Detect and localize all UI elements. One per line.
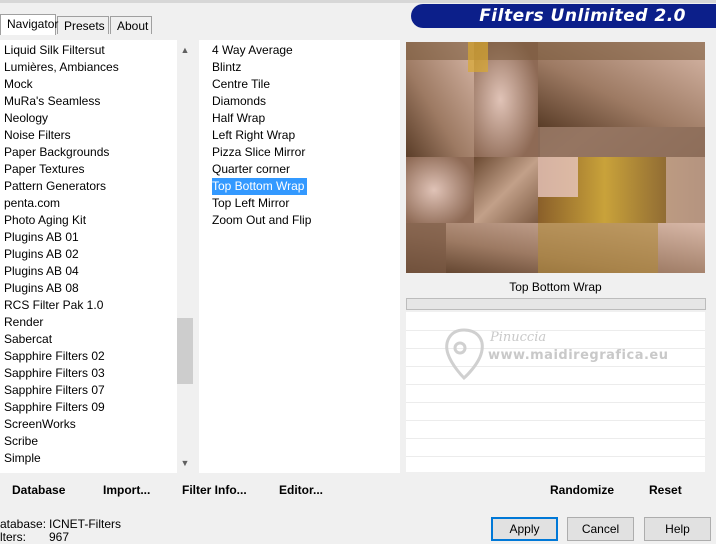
preview-filter-name: Top Bottom Wrap bbox=[509, 280, 602, 294]
filter-item[interactable]: Quarter corner bbox=[208, 161, 398, 178]
category-item[interactable]: Lumières, Ambiances bbox=[0, 59, 176, 76]
category-item[interactable]: RCS Filter Pak 1.0 bbox=[0, 297, 176, 314]
category-item[interactable]: Render bbox=[0, 314, 176, 331]
filter-item[interactable]: Pizza Slice Mirror bbox=[208, 144, 398, 161]
category-item[interactable]: Plugins AB 04 bbox=[0, 263, 176, 280]
randomize-button[interactable]: Randomize bbox=[550, 481, 614, 499]
category-item[interactable]: Sabercat bbox=[0, 331, 176, 348]
filter-item-selected[interactable]: Top Bottom Wrap bbox=[212, 178, 308, 195]
category-item[interactable]: Photo Aging Kit bbox=[0, 212, 176, 229]
control-row-divider bbox=[406, 438, 705, 439]
app-title: Filters Unlimited 2.0 bbox=[479, 6, 686, 26]
category-item[interactable]: Plugins AB 01 bbox=[0, 229, 176, 246]
progress-bar bbox=[406, 298, 706, 310]
scrollbar-thumb[interactable] bbox=[177, 318, 193, 384]
filter-info-button[interactable]: Filter Info... bbox=[182, 481, 247, 499]
watermark-logo-icon bbox=[445, 328, 484, 381]
control-row-divider bbox=[406, 456, 705, 457]
filter-item[interactable]: Left Right Wrap bbox=[208, 127, 398, 144]
filter-item[interactable]: Zoom Out and Flip bbox=[208, 212, 398, 229]
category-item[interactable]: Liquid Silk Filtersut bbox=[0, 42, 176, 59]
filter-item[interactable]: 4 Way Average bbox=[208, 42, 398, 59]
filter-item[interactable]: Half Wrap bbox=[208, 110, 398, 127]
scroll-up-arrow-icon[interactable]: ▲ bbox=[177, 42, 193, 58]
database-button[interactable]: Database bbox=[12, 481, 65, 499]
category-item[interactable]: Scribe bbox=[0, 433, 176, 450]
category-item[interactable]: penta.com bbox=[0, 195, 176, 212]
control-row-divider bbox=[406, 402, 705, 403]
category-item[interactable]: Sapphire Filters 02 bbox=[0, 348, 176, 365]
category-item[interactable]: Sapphire Filters 03 bbox=[0, 365, 176, 382]
category-item[interactable]: Paper Backgrounds bbox=[0, 144, 176, 161]
category-item[interactable]: ScreenWorks bbox=[0, 416, 176, 433]
category-list[interactable]: Liquid Silk Filtersut Lumières, Ambiances… bbox=[0, 42, 176, 472]
preview-texture bbox=[406, 42, 705, 273]
category-item[interactable]: Neology bbox=[0, 110, 176, 127]
editor-button[interactable]: Editor... bbox=[279, 481, 323, 499]
category-item[interactable]: Mock bbox=[0, 76, 176, 93]
filter-item[interactable]: Blintz bbox=[208, 59, 398, 76]
reset-button[interactable]: Reset bbox=[649, 481, 682, 499]
apply-button[interactable]: Apply bbox=[491, 517, 558, 541]
app-banner: Filters Unlimited 2.0 bbox=[411, 4, 716, 28]
category-item[interactable]: Plugins AB 08 bbox=[0, 280, 176, 297]
filter-item[interactable]: Top Left Mirror bbox=[208, 195, 398, 212]
category-item[interactable]: Sapphire Filters 07 bbox=[0, 382, 176, 399]
category-item[interactable]: Simple bbox=[0, 450, 176, 467]
filter-list[interactable]: 4 Way Average Blintz Centre Tile Diamonds Ha… bbox=[208, 42, 398, 229]
control-row-divider bbox=[406, 420, 705, 421]
cancel-button[interactable]: Cancel bbox=[567, 517, 634, 541]
filter-item[interactable]: Centre Tile bbox=[208, 76, 398, 93]
database-value: ICNET-Filters bbox=[49, 517, 121, 531]
category-item[interactable]: MuRa's Seamless bbox=[0, 93, 176, 110]
tab-navigator[interactable]: Navigator bbox=[0, 14, 58, 35]
filter-preview-image bbox=[406, 42, 705, 273]
top-window-edge bbox=[0, 0, 716, 3]
import-button[interactable]: Import... bbox=[103, 481, 150, 499]
help-button[interactable]: Help bbox=[644, 517, 711, 541]
watermark-url: www.maidiregrafica.eu bbox=[488, 348, 669, 363]
tab-presets[interactable]: Presets bbox=[57, 16, 109, 34]
watermark-name: Pinuccia bbox=[490, 330, 547, 345]
category-scrollbar[interactable]: ▲ ▼ bbox=[177, 40, 193, 473]
category-item[interactable]: Plugins AB 02 bbox=[0, 246, 176, 263]
category-item[interactable]: Paper Textures bbox=[0, 161, 176, 178]
filter-item[interactable]: Diamonds bbox=[208, 93, 398, 110]
watermark: Pinuccia www.maidiregrafica.eu bbox=[440, 326, 680, 386]
category-item[interactable]: Pattern Generators bbox=[0, 178, 176, 195]
category-item[interactable]: Noise Filters bbox=[0, 127, 176, 144]
category-item[interactable]: Sapphire Filters 09 bbox=[0, 399, 176, 416]
database-label: atabase: bbox=[0, 517, 47, 531]
scroll-down-arrow-icon[interactable]: ▼ bbox=[177, 455, 193, 471]
tab-about[interactable]: About bbox=[110, 16, 152, 34]
